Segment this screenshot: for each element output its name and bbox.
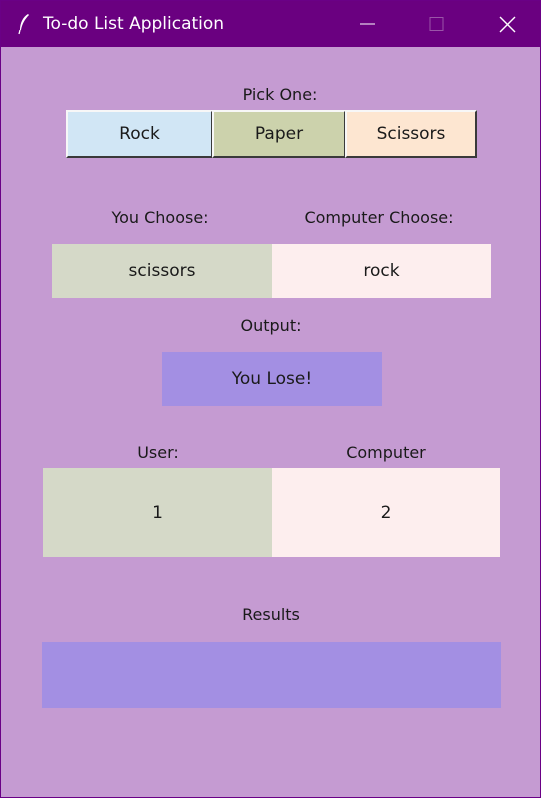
computer-choose-label: Computer Choose: <box>304 208 454 227</box>
computer-score-label: Computer <box>346 443 426 462</box>
minimize-icon <box>360 23 375 25</box>
computer-score-display: 2 <box>272 468 500 557</box>
output-label: Output: <box>240 316 302 335</box>
you-choose-label: You Choose: <box>111 208 209 227</box>
paper-button[interactable]: Paper <box>212 110 346 158</box>
minimize-button[interactable] <box>332 1 402 47</box>
close-icon <box>499 16 516 33</box>
scissors-button[interactable]: Scissors <box>345 110 477 158</box>
maximize-icon <box>429 17 444 31</box>
window-title: To-do List Application <box>43 14 225 34</box>
close-button[interactable] <box>470 1 540 47</box>
user-score-display: 1 <box>43 468 272 557</box>
output-display: You Lose! <box>162 352 382 406</box>
app-window: To-do List Application Pick One: Rock Pa… <box>0 0 541 798</box>
user-score-label: User: <box>137 443 179 462</box>
computer-choice-display: rock <box>272 244 491 298</box>
rock-button[interactable]: Rock <box>66 110 213 158</box>
feather-icon <box>18 14 29 35</box>
maximize-button[interactable] <box>402 1 472 47</box>
user-choice-display: scissors <box>52 244 272 298</box>
title-bar[interactable]: To-do List Application <box>1 1 540 47</box>
results-display <box>42 642 501 708</box>
results-label: Results <box>242 605 300 624</box>
pick-one-label: Pick One: <box>242 85 318 104</box>
